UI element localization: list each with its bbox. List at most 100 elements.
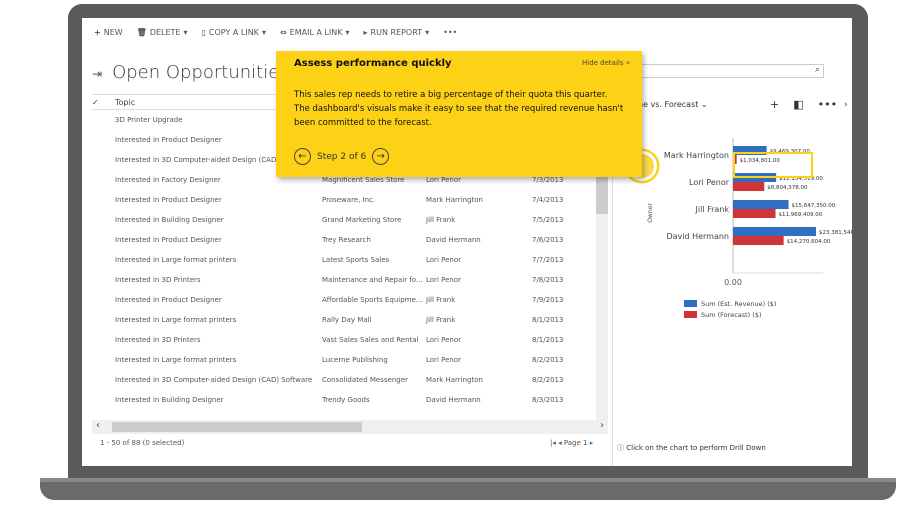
cell: 7/9/2013 (532, 296, 564, 304)
link-icon: ⇔ (279, 28, 287, 37)
category-label: Jill Frank (695, 205, 730, 214)
laptop-base (40, 478, 896, 500)
info-icon: ⓘ (617, 444, 624, 452)
cell: Lori Penor (426, 276, 461, 284)
bar[interactable] (733, 209, 776, 218)
category-label: Lori Penor (689, 178, 730, 187)
cell: Jill Frank (426, 216, 456, 224)
category-label: Mark Harrington (664, 151, 729, 160)
cell: Interested in Factory Designer (115, 176, 221, 184)
select-all-checkbox[interactable]: ✓ (92, 98, 115, 107)
drill-hint: ⓘ Click on the chart to perform Drill Do… (617, 444, 766, 452)
cell: Interested in 3D Printers (115, 336, 201, 344)
cell: David Hermann (426, 396, 481, 404)
cell: David Hermann (426, 236, 481, 244)
table-row[interactable]: Interested in Product Designer Trey Resea… (92, 230, 610, 250)
scroll-right-icon[interactable]: › (600, 420, 604, 431)
table-row[interactable]: Interested in Building Designer Grand Mar… (92, 210, 610, 230)
table-row[interactable]: Interested in Product Designer Proseware,… (92, 190, 610, 210)
new-button[interactable]: + NEW (94, 28, 123, 37)
table-row[interactable]: Interested in Product Designer Affordable… (92, 290, 610, 310)
cell: Mark Harrington (426, 376, 483, 384)
delete-button[interactable]: 🗑 DELETE ▾ (137, 28, 188, 37)
cell: Jill Frank (426, 316, 456, 324)
search-icon[interactable]: ⌕ (815, 65, 820, 75)
cell: Jill Frank (426, 296, 456, 304)
prev-step-button[interactable]: ← (294, 148, 311, 165)
vertical-scrollbar[interactable] (596, 154, 608, 424)
table-row[interactable]: Interested in 3D Computer-aided Design (… (92, 370, 610, 390)
category-label: David Hermann (666, 232, 729, 241)
table-row[interactable]: Interested in Large format printers Rally… (92, 310, 610, 330)
hide-details-link[interactable]: Hide details » (582, 59, 630, 67)
data-label: $14,270,604.00 (787, 239, 831, 245)
add-icon[interactable]: + (770, 98, 779, 111)
bar[interactable] (733, 227, 816, 236)
highlight-box (733, 152, 813, 178)
cell: Interested in Large format printers (115, 256, 237, 264)
next-page-icon[interactable]: ▸ (590, 439, 594, 447)
cell: 7/4/2013 (532, 196, 564, 204)
pager: |◂ ◂ Page 1 ▸ (550, 439, 594, 447)
cell: Magnificent Sales Store (322, 176, 405, 184)
table-row[interactable]: Interested in Building Designer Trendy Go… (92, 390, 610, 410)
cell: Interested in Product Designer (115, 236, 222, 244)
cell: 8/1/2013 (532, 336, 564, 344)
data-label: $11,969,409.00 (778, 212, 822, 218)
cell: Lori Penor (426, 256, 461, 264)
next-step-button[interactable]: → (372, 148, 390, 165)
cell: Lori Penor (426, 336, 461, 344)
record-count: 1 - 50 of 88 (0 selected) (100, 439, 185, 447)
chart-selector[interactable]: ne vs. Forecast ⌄ (638, 100, 708, 109)
cell: Proseware, Inc. (322, 196, 376, 204)
first-page-icon[interactable]: |◂ (550, 439, 556, 447)
tour-body: This sales rep needs to retire a big per… (294, 90, 624, 128)
more-icon[interactable]: ••• (818, 98, 837, 111)
scroll-left-icon[interactable]: ‹ (96, 420, 100, 431)
document-icon: ▯ (201, 28, 206, 37)
cell: Interested in Building Designer (115, 396, 224, 404)
cell: Interested in 3D Printers (115, 276, 201, 284)
cell: Trey Research (322, 236, 371, 244)
cell: Lucerne Publishing (322, 356, 388, 364)
cell: Vast Sales Sales and Rental (322, 336, 419, 344)
data-label: $23,381,546.00 (819, 230, 852, 236)
table-row[interactable]: Interested in 3D Printers Maintenance and… (92, 270, 610, 290)
screen: + NEW 🗑 DELETE ▾ ▯ COPY A LINK ▾ ⇔ EMAIL A L… (82, 18, 852, 466)
cell: 7/5/2013 (532, 216, 564, 224)
search-input[interactable]: ⌕ (630, 64, 824, 78)
email-link-button[interactable]: ⇔ EMAIL A LINK ▾ (280, 28, 350, 37)
table-row[interactable]: Interested in Large format printers Lates… (92, 250, 610, 270)
prev-page-icon[interactable]: ◂ (558, 439, 562, 447)
report-icon: ▸ (363, 28, 368, 37)
cell: 8/2/2013 (532, 376, 564, 384)
page-title: ⇥ Open Opportunities (92, 62, 289, 83)
data-label: $15,647,350.00 (792, 203, 836, 209)
tour-title: Assess performance quickly (294, 58, 452, 69)
cell: Affordable Sports Equipme... (322, 296, 423, 304)
horizontal-scrollbar[interactable]: ‹ › (92, 420, 608, 434)
table-row[interactable]: Interested in 3D Printers Vast Sales Sale… (92, 330, 610, 350)
table-row[interactable]: Interested in Large format printers Lucer… (92, 350, 610, 370)
expand-icon[interactable]: ◧ (793, 98, 803, 111)
bar[interactable] (733, 200, 789, 209)
step-indicator: Step 2 of 6 (317, 151, 367, 162)
bar[interactable] (733, 236, 784, 245)
bar[interactable] (733, 182, 765, 191)
cell: Rally Day Mall (322, 316, 372, 324)
cell: Consolidated Messenger (322, 376, 408, 384)
cell: Maintenance and Repair fo... (322, 276, 423, 284)
run-report-button[interactable]: ▸ RUN REPORT ▾ (364, 28, 430, 37)
cell: Lori Penor (426, 176, 461, 184)
chevron-right-icon[interactable]: › (844, 100, 848, 110)
more-button[interactable]: ••• (443, 28, 457, 37)
cell: Interested in Product Designer (115, 196, 222, 204)
copy-link-button[interactable]: ▯ COPY A LINK ▾ (202, 28, 266, 37)
cell: 8/2/2013 (532, 356, 564, 364)
cell: Trendy Goods (322, 396, 370, 404)
data-label: $8,804,378.00 (767, 185, 808, 191)
pin-icon[interactable]: ⇥ (92, 67, 102, 81)
cell: Grand Marketing Store (322, 216, 402, 224)
cell: 7/8/2013 (532, 276, 564, 284)
tour-popup: Assess performance quickly Hide details … (276, 51, 642, 177)
